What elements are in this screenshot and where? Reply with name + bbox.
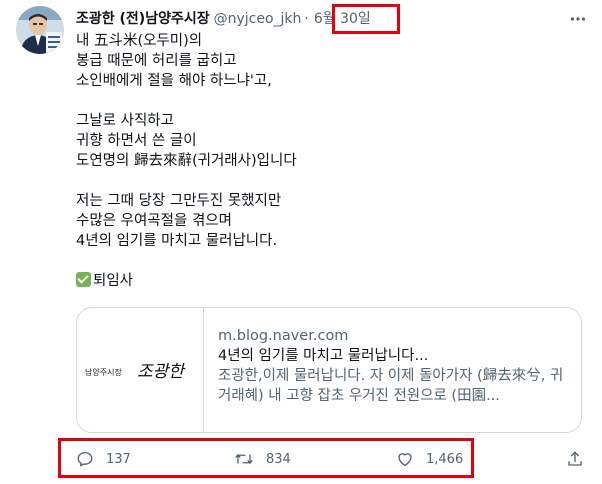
- avatar[interactable]: [16, 6, 64, 54]
- card-description: 조광한,이제 물러납니다. 자 이제 돌아가자 (歸去來兮, 귀거래혜) 내 고…: [218, 368, 564, 404]
- svg-text:조광한: 조광한: [137, 362, 186, 382]
- like-count: 1,466: [426, 451, 464, 467]
- tweet-paragraph: 내 五斗米(오두미)의 봉급 때문에 허리를 굽히고 소인배에게 절을 해야 하…: [76, 33, 272, 89]
- reply-button[interactable]: 137: [76, 446, 131, 472]
- share-icon: [568, 451, 582, 466]
- retweet-button[interactable]: 834: [234, 446, 291, 472]
- tweet-date[interactable]: 6월 30일: [312, 9, 373, 29]
- tweet-header: 조광한 (전)남양주시장 @nyjceo_jkh · 6월 30일: [76, 8, 562, 30]
- like-button[interactable]: 1,466: [396, 446, 463, 472]
- user-handle[interactable]: @nyjceo_jkh: [214, 9, 302, 29]
- tweet-paragraph: 그날로 사직하고 귀향 하면서 쓴 글이 도연명의 歸去來辭(귀거래사)입니다: [76, 113, 297, 169]
- svg-text:남양주시장: 남양주시장: [85, 367, 122, 377]
- separator-dot: ·: [304, 11, 309, 27]
- card-title: 4년의 임기를 마치고 물러납니다...: [218, 348, 429, 364]
- retweet-icon: [235, 453, 253, 465]
- check-mark-emoji-icon: [76, 272, 91, 287]
- tweet-paragraph: 저는 그때 당장 그만두진 못했지만 수많은 우여곡절을 겪으며 4년의 임기를…: [76, 193, 282, 249]
- more-options-icon: [570, 17, 586, 21]
- tweet-actions: 137 834 1,466: [76, 446, 586, 472]
- card-body: m.blog.naver.com 4년의 임기를 마치고 물러납니다... 조광…: [204, 308, 581, 432]
- closing-text: 퇴임사: [93, 273, 134, 289]
- retweet-count: 834: [266, 451, 291, 467]
- reply-count: 137: [106, 451, 131, 467]
- heart-icon: [398, 453, 412, 467]
- tweet-closing: 퇴임사: [76, 271, 576, 291]
- tweet: 조광한 (전)남양주시장 @nyjceo_jkh · 6월 30일 내 五斗米(…: [0, 0, 602, 484]
- reply-icon: [77, 451, 93, 467]
- card-domain: m.blog.naver.com: [218, 328, 349, 344]
- profile-photo-icon: [16, 6, 64, 54]
- share-button[interactable]: [566, 446, 584, 472]
- ellipsis-icon[interactable]: [568, 9, 588, 29]
- calligraphy-logo: 남양주시장 조광한: [85, 362, 186, 382]
- tweet-body: 내 五斗米(오두미)의 봉급 때문에 허리를 굽히고 소인배에게 절을 해야 하…: [76, 31, 576, 291]
- link-preview-card[interactable]: 남양주시장 조광한 m.blog.naver.com 4년의 임기를 마치고 물…: [76, 307, 582, 433]
- card-thumbnail: 남양주시장 조광한: [77, 308, 204, 432]
- display-name[interactable]: 조광한 (전)남양주시장: [76, 9, 210, 29]
